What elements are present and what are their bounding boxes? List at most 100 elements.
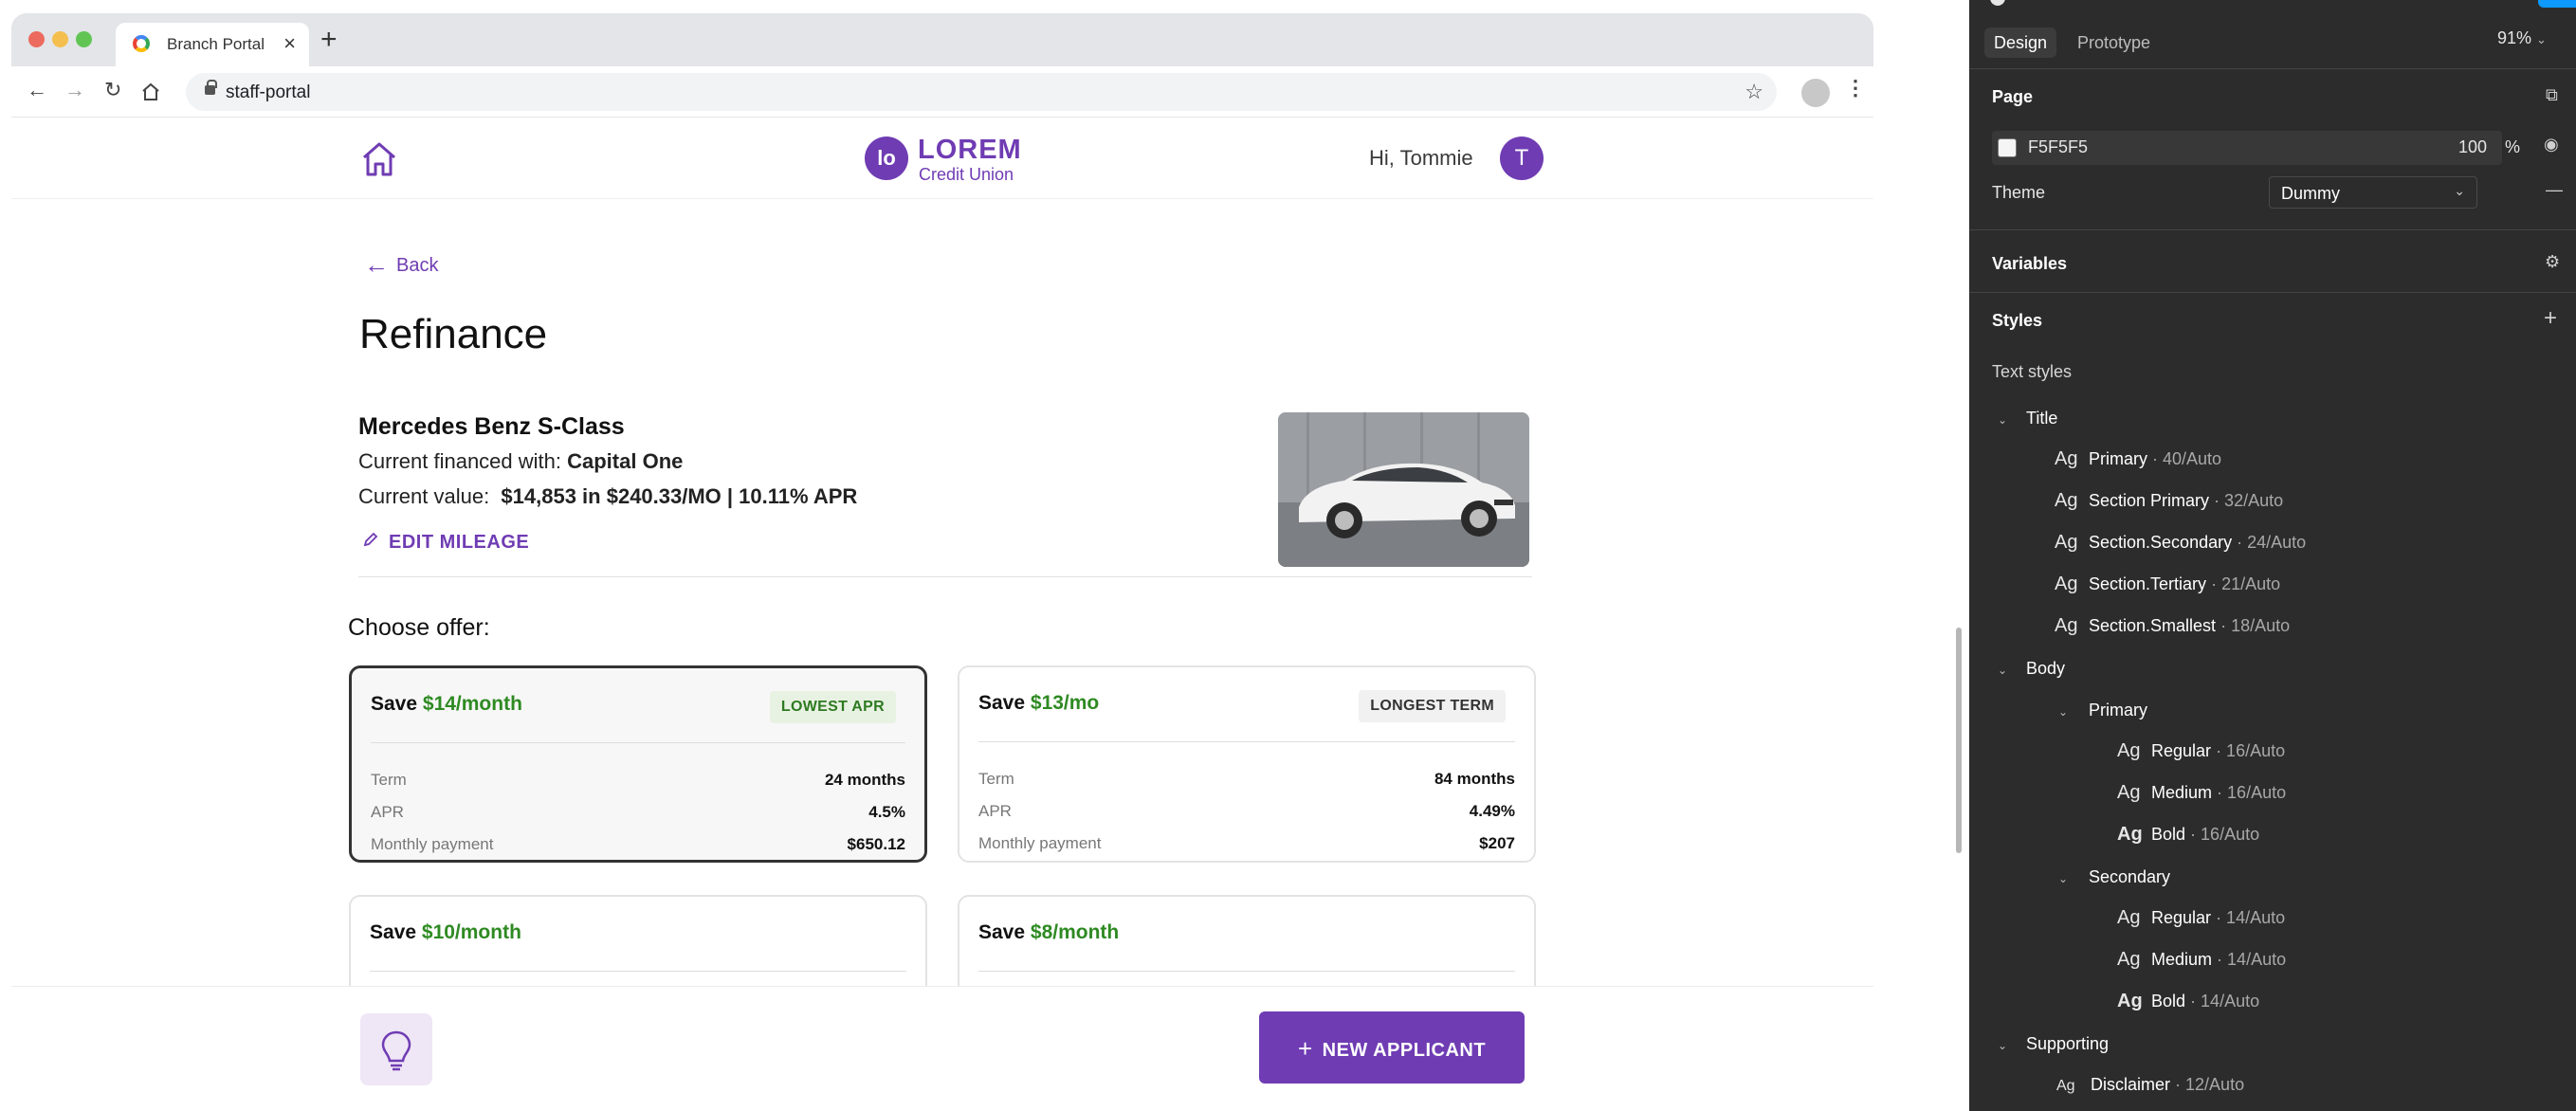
style-group-title[interactable]: Title bbox=[2026, 409, 2057, 428]
offer-divider bbox=[978, 971, 1515, 972]
offer-row-monthly-payment: Monthly payment $650.12 bbox=[371, 835, 905, 858]
home-icon[interactable] bbox=[360, 140, 398, 178]
row-key: APR bbox=[371, 803, 404, 821]
variables-settings-icon[interactable]: ⚙ bbox=[2545, 252, 2560, 272]
new-applicant-button[interactable]: + NEW APPLICANT bbox=[1259, 1011, 1525, 1084]
browser-window: Branch Portal × + ← → ↻ staff-portal ☆ ⋮… bbox=[0, 0, 1969, 1111]
theme-dropdown[interactable]: Dummy ⌄ bbox=[2269, 176, 2477, 209]
browser-tab-strip: Branch Portal × + bbox=[11, 13, 1873, 66]
browser-home-icon[interactable] bbox=[140, 82, 161, 102]
remove-theme-icon[interactable]: — bbox=[2546, 180, 2563, 200]
forward-nav-icon[interactable]: → bbox=[64, 78, 85, 102]
financed-lender: Capital One bbox=[567, 449, 684, 473]
page-color-hex[interactable]: F5F5F5 bbox=[2028, 137, 2088, 157]
text-style-item[interactable]: Ag Regular · 16/Auto bbox=[2117, 740, 2285, 762]
user-avatar[interactable]: T bbox=[1500, 137, 1544, 180]
address-bar[interactable]: staff-portal ☆ bbox=[186, 73, 1777, 111]
style-group-body[interactable]: Body bbox=[2026, 659, 2065, 679]
close-tab-icon[interactable]: × bbox=[283, 31, 296, 56]
back-link[interactable]: ← Back bbox=[364, 248, 438, 279]
back-nav-icon[interactable]: ← bbox=[27, 78, 47, 102]
panel-top-indicator bbox=[1990, 0, 2005, 6]
zoom-dropdown[interactable]: 91% ⌄ bbox=[2497, 28, 2547, 48]
panel-divider bbox=[1969, 229, 2576, 230]
edit-mileage-label: EDIT MILEAGE bbox=[389, 532, 530, 553]
text-style-item[interactable]: Ag Bold · 14/Auto bbox=[2117, 991, 2259, 1012]
offer-card-longest-term[interactable]: Save $13/mo LONGEST TERM Term 84 months … bbox=[958, 665, 1536, 863]
collapse-chevron-icon[interactable]: ⌄ bbox=[1998, 413, 2007, 427]
visibility-eye-icon[interactable]: ◉ bbox=[2544, 135, 2559, 155]
reload-icon[interactable]: ↻ bbox=[104, 78, 121, 102]
offer-row-term: Term 84 months bbox=[978, 770, 1515, 792]
text-style-item[interactable]: Ag Section.Tertiary · 21/Auto bbox=[2055, 574, 2280, 595]
text-style-item[interactable]: Ag Regular · 14/Auto bbox=[2117, 907, 2285, 929]
row-key: Monthly payment bbox=[371, 835, 494, 853]
share-button[interactable] bbox=[2538, 0, 2576, 8]
text-style-item[interactable]: Ag Section.Secondary · 24/Auto bbox=[2055, 532, 2306, 554]
text-style-item[interactable]: Ag Section Primary · 32/Auto bbox=[2055, 490, 2283, 512]
browser-toolbar: ← → ↻ staff-portal ☆ ⋮ bbox=[11, 66, 1873, 118]
edit-mileage-link[interactable]: EDIT MILEAGE bbox=[362, 531, 529, 554]
section-divider bbox=[358, 576, 1532, 577]
page-opacity[interactable]: 100 bbox=[2458, 137, 2487, 157]
page-scrollbar[interactable] bbox=[1956, 628, 1962, 853]
text-style-item[interactable]: Ag Disclaimer · 12/Auto bbox=[2056, 1075, 2244, 1095]
panel-divider bbox=[1969, 68, 2576, 69]
profile-avatar[interactable] bbox=[1801, 79, 1830, 107]
tips-button[interactable] bbox=[360, 1013, 432, 1085]
style-name: Section.Tertiary bbox=[2089, 574, 2207, 593]
chevron-down-icon: ⌄ bbox=[2536, 32, 2547, 46]
bookmark-star-icon[interactable]: ☆ bbox=[1745, 80, 1763, 104]
new-applicant-label: NEW APPLICANT bbox=[1322, 1040, 1487, 1061]
style-size: · 14/Auto bbox=[2217, 950, 2287, 969]
style-name: Bold bbox=[2151, 825, 2186, 844]
offer-savings: Save $13/mo bbox=[978, 692, 1099, 715]
row-value: 24 months bbox=[824, 771, 905, 789]
style-name: Section.Smallest bbox=[2089, 616, 2217, 635]
color-swatch[interactable] bbox=[1998, 138, 2017, 157]
ag-glyph: Ag bbox=[2055, 532, 2078, 553]
style-size: · 16/Auto bbox=[2216, 741, 2286, 760]
text-style-item[interactable]: Ag Bold · 16/Auto bbox=[2117, 824, 2259, 846]
collapse-chevron-icon[interactable]: ⌄ bbox=[2058, 705, 2068, 719]
offer-card-lowest-apr[interactable]: Save $14/month LOWEST APR Term 24 months… bbox=[349, 665, 927, 863]
add-style-icon[interactable]: + bbox=[2544, 305, 2557, 332]
current-value-line: Current value: $14,853 in $240.33/MO | 1… bbox=[358, 484, 857, 509]
browser-tab-active[interactable]: Branch Portal × bbox=[116, 23, 309, 66]
offer-savings: Save $8/month bbox=[978, 921, 1119, 944]
ag-glyph: Ag bbox=[2117, 907, 2141, 928]
row-key: Term bbox=[978, 770, 1014, 788]
lock-icon bbox=[205, 80, 217, 95]
value-amount: $14,853 in $240.33/MO | 10.11% APR bbox=[501, 484, 858, 508]
collapse-chevron-icon[interactable]: ⌄ bbox=[1998, 1039, 2007, 1052]
text-style-item[interactable]: Ag Medium · 16/Auto bbox=[2117, 782, 2286, 804]
logo-name: LOREM bbox=[918, 135, 1022, 165]
save-amount: $13/mo bbox=[1030, 692, 1100, 714]
offer-row-apr: APR 4.5% bbox=[371, 803, 905, 826]
style-group-body-secondary[interactable]: Secondary bbox=[2089, 867, 2170, 887]
page-library-icon[interactable]: ⧉ bbox=[2546, 85, 2558, 105]
browser-menu-icon[interactable]: ⋮ bbox=[1845, 76, 1866, 100]
style-group-body-primary[interactable]: Primary bbox=[2089, 701, 2147, 720]
text-style-item[interactable]: Ag Medium · 14/Auto bbox=[2117, 949, 2286, 971]
row-key: Term bbox=[371, 771, 407, 789]
text-style-item[interactable]: Ag Primary · 40/Auto bbox=[2055, 448, 2221, 470]
collapse-chevron-icon[interactable]: ⌄ bbox=[1998, 664, 2007, 677]
design-panel: Design Prototype 91% ⌄ Page ⧉ F5F5F5 100… bbox=[1969, 0, 2576, 1111]
page-title: Refinance bbox=[359, 311, 548, 357]
ag-glyph: Ag bbox=[2055, 448, 2078, 469]
text-style-item[interactable]: Ag Section.Smallest · 18/Auto bbox=[2055, 615, 2290, 637]
style-name: Bold bbox=[2151, 992, 2186, 1011]
style-group-supporting[interactable]: Supporting bbox=[2026, 1034, 2109, 1054]
logo-subtitle: Credit Union bbox=[919, 165, 1014, 184]
maximize-window-button[interactable] bbox=[76, 31, 92, 47]
offer-divider bbox=[371, 742, 905, 743]
tab-design[interactable]: Design bbox=[1984, 27, 2057, 58]
ag-glyph: Ag bbox=[2117, 782, 2141, 803]
tab-prototype[interactable]: Prototype bbox=[2068, 27, 2160, 58]
style-size: · 21/Auto bbox=[2211, 574, 2281, 593]
close-window-button[interactable] bbox=[28, 31, 45, 47]
minimize-window-button[interactable] bbox=[52, 31, 68, 47]
collapse-chevron-icon[interactable]: ⌄ bbox=[2058, 872, 2068, 885]
new-tab-button[interactable]: + bbox=[320, 26, 338, 54]
